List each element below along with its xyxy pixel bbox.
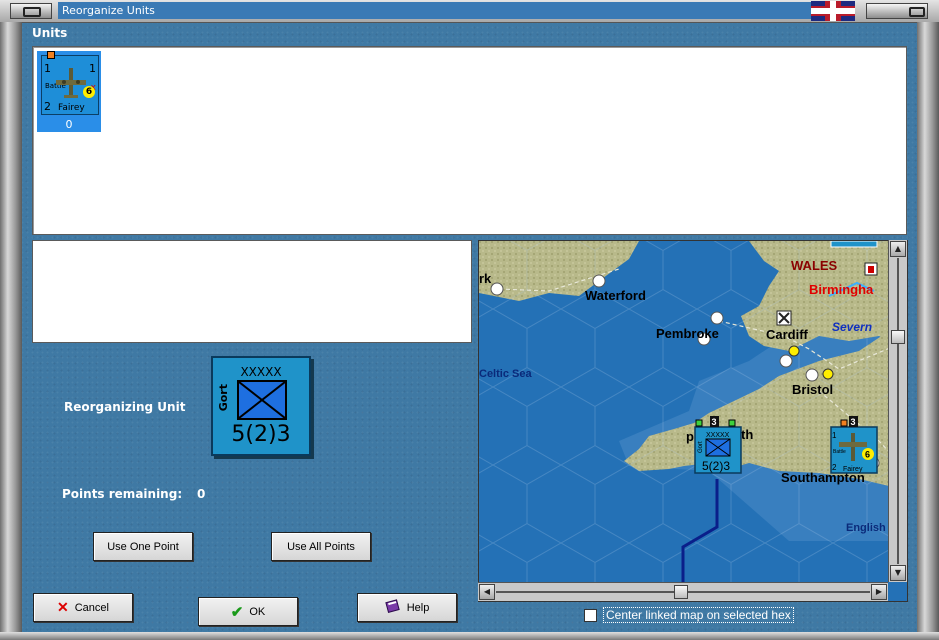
map-army-counter[interactable]: 3 XXXXX Gort 5(2)3: [694, 416, 742, 474]
map-air-badge: 3: [851, 417, 856, 427]
scroll-left-arrow-icon[interactable]: ◀: [479, 584, 495, 600]
ok-label: OK: [249, 605, 266, 618]
close-button[interactable]: [866, 3, 928, 19]
center-map-checkbox-row[interactable]: Center linked map on selected hex: [584, 606, 794, 624]
unit-item[interactable]: 1 1 2 Battle Fairey x 6 0: [37, 51, 101, 132]
map-air-coin: 6: [865, 450, 870, 460]
bomber-icon: [56, 68, 86, 98]
map-label-bristol: Bristol: [792, 382, 833, 397]
map-label-waterford: Waterford: [585, 288, 646, 303]
map-canvas[interactable]: Waterford Pembroke Cardiff Bristol WALES…: [479, 241, 907, 601]
map-label-york-partial: rk: [479, 271, 492, 286]
help-button[interactable]: Help: [357, 593, 457, 622]
map-vertical-scrollbar[interactable]: ▲ ▼: [888, 240, 907, 582]
center-map-label[interactable]: Center linked map on selected hex: [603, 607, 794, 623]
scroll-up-arrow-icon[interactable]: ▲: [890, 241, 906, 257]
help-book-icon: [384, 599, 401, 616]
map-label-celtic-sea: Celtic Sea: [479, 368, 532, 380]
unit-move: 2: [44, 100, 51, 113]
map-label-cardiff: Cardiff: [766, 327, 809, 342]
unit-name: Fairey: [58, 103, 85, 113]
counter-size: XXXXX: [240, 365, 282, 379]
window-frame-bottom: [0, 632, 939, 640]
points-remaining-value: 0: [197, 487, 206, 501]
map-horizontal-scrollbar[interactable]: ◀ ▶: [478, 582, 888, 601]
cancel-label: Cancel: [74, 601, 109, 614]
use-one-point-label: Use One Point: [107, 540, 179, 553]
cancel-button[interactable]: ✕ Cancel: [33, 593, 133, 622]
map-label-birmingham: Birmingha: [809, 282, 874, 297]
use-all-points-label: Use All Points: [287, 540, 355, 553]
map-air-type: Battle: [833, 449, 846, 455]
vertical-scroll-thumb[interactable]: [891, 330, 905, 344]
counter-strength: 5(2)3: [231, 422, 291, 447]
map-air-move: 2: [832, 463, 837, 472]
map-label-english: English: [846, 522, 886, 534]
use-all-points-button[interactable]: Use All Points: [271, 532, 371, 561]
window-frame-right: [917, 22, 939, 634]
unit-defense: 1: [89, 62, 96, 75]
map-label-severn: Severn: [832, 320, 872, 334]
map-army-size: XXXXX: [706, 432, 730, 439]
help-label: Help: [406, 601, 430, 614]
unit-marker-icon: [47, 51, 55, 59]
counter-commander: Gort: [217, 384, 230, 412]
cancel-x-icon: ✕: [57, 599, 69, 615]
scroll-right-arrow-icon[interactable]: ▶: [871, 584, 887, 600]
unit-counter-fairey[interactable]: 1 1 2 Battle Fairey x 6: [41, 55, 99, 115]
center-map-checkbox[interactable]: [584, 608, 597, 622]
title-bar[interactable]: Reorganize Units: [0, 0, 939, 23]
map-air-name: Fairey: [843, 466, 863, 473]
map-air-attack: 1: [832, 431, 837, 440]
window-title: Reorganize Units: [58, 2, 812, 19]
map-label-plymouth-a: p: [686, 429, 694, 444]
unit-attack: 1: [44, 62, 51, 75]
map-label-wales: WALES: [791, 258, 838, 273]
ok-button[interactable]: ✔ OK: [198, 597, 298, 626]
unit-count: 0: [65, 118, 73, 131]
linked-map[interactable]: Waterford Pembroke Cardiff Bristol WALES…: [478, 240, 908, 602]
scroll-down-arrow-icon[interactable]: ▼: [890, 565, 906, 581]
system-menu-button[interactable]: [10, 3, 52, 19]
points-remaining-label: Points remaining:: [62, 487, 183, 501]
map-army-badge: 3: [712, 417, 717, 427]
infantry-symbol-icon: [237, 380, 287, 420]
units-label: Units: [32, 26, 68, 40]
horizontal-scroll-thumb[interactable]: [674, 585, 688, 599]
reorganizing-unit-counter: XXXXX Gort 5(2)3: [211, 356, 311, 456]
uk-flag-icon: [811, 1, 855, 21]
map-label-pembroke: Pembroke: [656, 326, 719, 341]
map-army-commander: Gort: [698, 441, 704, 453]
unit-info-box: [32, 240, 472, 343]
reorganizing-unit-label: Reorganizing Unit: [64, 400, 186, 414]
use-one-point-button[interactable]: Use One Point: [93, 532, 193, 561]
units-list[interactable]: 1 1 2 Battle Fairey x 6 0: [32, 46, 907, 235]
map-label-plymouth-b: th: [741, 427, 753, 442]
ok-check-icon: ✔: [230, 603, 244, 621]
window-frame-left: [0, 22, 22, 634]
map-army-strength: 5(2)3: [702, 459, 730, 473]
